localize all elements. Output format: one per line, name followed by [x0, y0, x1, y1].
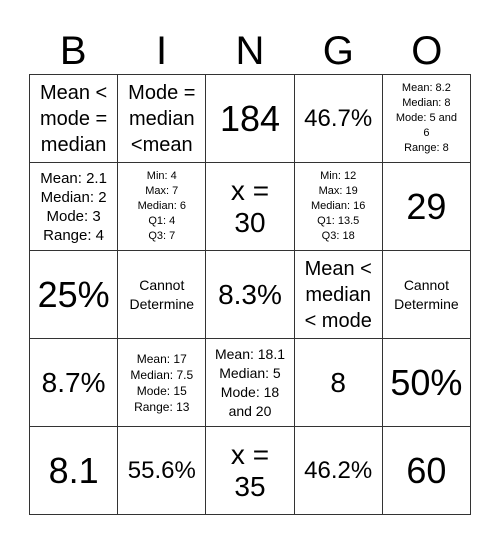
- bingo-cell[interactable]: 46.7%: [294, 75, 383, 163]
- header-letter-i: I: [156, 29, 168, 73]
- bingo-cell[interactable]: 184: [206, 75, 295, 163]
- bingo-cell[interactable]: 50%: [382, 339, 471, 427]
- bingo-cell[interactable]: 60: [382, 427, 471, 515]
- bingo-cell[interactable]: Cannot Determine: [382, 251, 471, 339]
- bingo-cell[interactable]: x = 35: [206, 427, 295, 515]
- header-letter-b: B: [59, 29, 87, 73]
- bingo-header: B I N G O: [29, 28, 471, 74]
- bingo-cell[interactable]: 29: [382, 163, 471, 251]
- bingo-cell[interactable]: x = 30: [206, 163, 295, 251]
- bingo-board: Mean < mode = median Mode = median <mean…: [29, 74, 471, 515]
- bingo-cell[interactable]: Mean: 2.1 Median: 2 Mode: 3 Range: 4: [30, 163, 119, 251]
- bingo-cell[interactable]: 8.1: [30, 427, 119, 515]
- bingo-cell[interactable]: 55.6%: [118, 427, 207, 515]
- bingo-cell[interactable]: Mean < median < mode: [294, 251, 383, 339]
- bingo-cell[interactable]: 8.3%: [206, 251, 295, 339]
- bingo-cell[interactable]: Mean: 17 Median: 7.5 Mode: 15 Range: 13: [118, 339, 207, 427]
- bingo-cell[interactable]: 8.7%: [30, 339, 119, 427]
- bingo-cell[interactable]: Mode = median <mean: [118, 75, 207, 163]
- header-letter-g: G: [322, 29, 354, 73]
- bingo-cell[interactable]: Cannot Determine: [118, 251, 207, 339]
- header-letter-n: N: [235, 29, 265, 73]
- bingo-cell[interactable]: Min: 4 Max: 7 Median: 6 Q1: 4 Q3: 7: [118, 163, 207, 251]
- bingo-cell[interactable]: Min: 12 Max: 19 Median: 16 Q1: 13.5 Q3: …: [294, 163, 383, 251]
- header-letter-o: O: [411, 29, 443, 73]
- bingo-cell[interactable]: Mean: 18.1 Median: 5 Mode: 18 and 20: [206, 339, 295, 427]
- bingo-cell[interactable]: 25%: [30, 251, 119, 339]
- bingo-cell[interactable]: Mean: 8.2 Median: 8 Mode: 5 and 6 Range:…: [382, 75, 471, 163]
- bingo-cell[interactable]: 8: [294, 339, 383, 427]
- bingo-cell[interactable]: 46.2%: [294, 427, 383, 515]
- bingo-cell[interactable]: Mean < mode = median: [30, 75, 119, 163]
